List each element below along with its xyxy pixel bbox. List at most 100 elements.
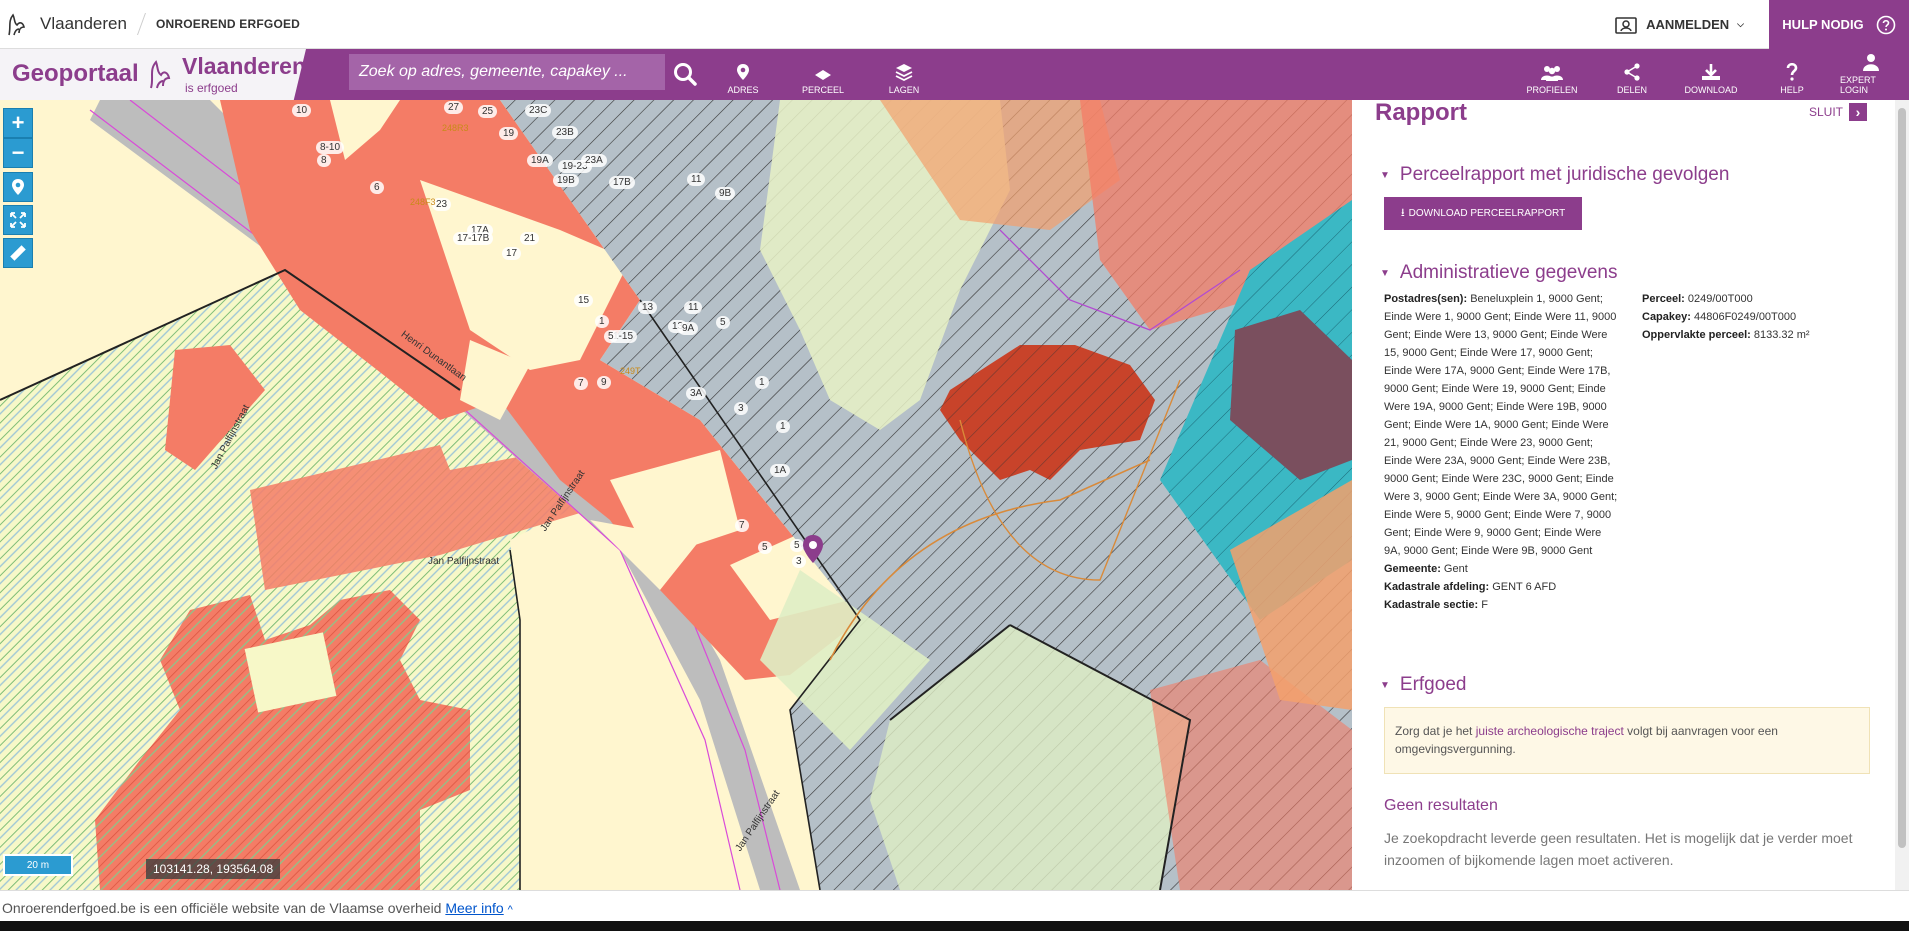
house-number-label: 1 bbox=[755, 376, 769, 389]
map-viewport[interactable]: 10 8-10 8 27 25 23C 19 23B 19A 19-23 23A 19B 6 17B 23 1… bbox=[0, 100, 1352, 890]
search-icon[interactable] bbox=[671, 60, 699, 88]
house-number-label: 13 bbox=[638, 301, 658, 314]
house-number-label: 3 bbox=[734, 402, 748, 415]
house-number-label: 17-17B bbox=[453, 232, 494, 245]
parcel-number-label: 248F3 bbox=[410, 197, 436, 207]
house-number-label: 5 bbox=[716, 316, 730, 329]
archeologisch-traject-link[interactable]: juiste archeologische traject bbox=[1476, 724, 1624, 738]
section-erfgoed[interactable]: ▼ Erfgoed bbox=[1380, 674, 1466, 696]
perceel-button[interactable]: PERCEEL bbox=[801, 49, 845, 100]
adres-label: ADRES bbox=[727, 85, 759, 95]
app-title[interactable]: Geoportaal bbox=[12, 60, 139, 88]
postadres-label: Postadres(sen): bbox=[1384, 293, 1468, 305]
capakey-value: 44806F0249/00T000 bbox=[1693, 311, 1797, 323]
house-number-label: 11 bbox=[684, 301, 703, 314]
panel-scrollbar[interactable] bbox=[1895, 100, 1909, 890]
house-number-label: 5 bbox=[758, 541, 772, 554]
house-number-label: 19A bbox=[527, 154, 553, 167]
house-number-label: 9B bbox=[715, 187, 736, 200]
oppervlakte-label: Oppervlakte perceel: bbox=[1642, 329, 1751, 341]
lagen-button[interactable]: LAGEN bbox=[886, 49, 922, 100]
house-number-label: 23B bbox=[552, 126, 578, 139]
house-number-label: 1 bbox=[595, 315, 609, 328]
house-number-label: 10 bbox=[292, 104, 312, 117]
meer-info-link[interactable]: Meer info bbox=[445, 900, 503, 916]
fullscreen-button[interactable] bbox=[3, 205, 33, 235]
section-perceelrapport-title: Perceelrapport met juridische gevolgen bbox=[1399, 164, 1730, 185]
zoom-in-button[interactable]: + bbox=[3, 108, 33, 138]
caret-down-icon: ▼ bbox=[1380, 267, 1390, 279]
postadres-row: Postadres(sen): Beneluxplein 1, 9000 Gen… bbox=[1384, 290, 1618, 560]
download-button[interactable]: DOWNLOAD bbox=[1684, 49, 1738, 100]
my-location-button[interactable] bbox=[3, 172, 33, 202]
scale-label: 20 m bbox=[26, 859, 50, 871]
caret-down-icon: ▼ bbox=[1380, 169, 1390, 181]
close-panel-button[interactable]: SLUIT › bbox=[1809, 103, 1867, 121]
login-button[interactable]: AANMELDEN ⌵ bbox=[1614, 0, 1744, 49]
expert-login-button[interactable]: EXPERT LOGIN bbox=[1840, 49, 1902, 100]
postadres-value: Beneluxplein 1, 9000 Gent; Einde Were 1,… bbox=[1384, 293, 1618, 557]
gemeente-row: Gemeente: Gent bbox=[1384, 560, 1618, 578]
site-name[interactable]: ONROEREND ERFGOED bbox=[156, 17, 300, 31]
close-label: SLUIT bbox=[1808, 105, 1843, 119]
report-panel: Rapport SLUIT › ▼ Perceelrapport met jur… bbox=[1352, 100, 1909, 890]
house-number-label: 25 bbox=[478, 105, 498, 118]
no-results-title: Geen resultaten bbox=[1384, 797, 1498, 814]
share-icon bbox=[1624, 63, 1640, 81]
oppervlakte-value: 8133.32 m² bbox=[1753, 329, 1810, 341]
delen-label: DELEN bbox=[1616, 85, 1647, 95]
vlaanderen-logo-text[interactable]: Vlaanderen bbox=[182, 53, 306, 80]
delen-button[interactable]: DELEN bbox=[1616, 49, 1648, 100]
house-number-label: 23C bbox=[525, 104, 552, 117]
perceel-label: Perceel: bbox=[1642, 293, 1685, 305]
erfgoed-note: Zorg dat je het juiste archeologische tr… bbox=[1384, 707, 1870, 774]
user-icon bbox=[1863, 54, 1879, 71]
user-card-icon bbox=[1615, 16, 1637, 34]
divider bbox=[136, 13, 146, 35]
help-button[interactable]: HELP bbox=[1779, 49, 1805, 100]
house-number-label: 9A bbox=[678, 322, 699, 335]
adres-button[interactable]: ADRES bbox=[727, 49, 759, 100]
house-number-label: 8 bbox=[317, 154, 331, 167]
scrollbar-thumb[interactable] bbox=[1898, 108, 1906, 848]
download-label: DOWNLOAD bbox=[1684, 85, 1738, 95]
section-perceelrapport[interactable]: ▼ Perceelrapport met juridische gevolgen bbox=[1380, 164, 1729, 186]
coordinates-value: 103141.28, 193564.08 bbox=[153, 862, 274, 876]
measure-button[interactable] bbox=[3, 238, 33, 268]
house-number-label: 7 bbox=[735, 519, 749, 532]
zoom-out-button[interactable]: − bbox=[3, 138, 33, 168]
search-input[interactable]: Zoek op adres, gemeente, capakey ... bbox=[349, 54, 665, 90]
question-circle-icon bbox=[1876, 15, 1895, 34]
perceel-value: 0249/00T000 bbox=[1687, 293, 1753, 305]
download-perceelrapport-button[interactable]: ⭳ DOWNLOAD PERCEELRAPPORT bbox=[1384, 197, 1582, 230]
oppervlakte-row: Oppervlakte perceel: 8133.32 m² bbox=[1642, 326, 1872, 344]
gemeente-label: Gemeente: bbox=[1384, 563, 1441, 575]
admin-left-column: Postadres(sen): Beneluxplein 1, 9000 Gen… bbox=[1384, 290, 1618, 614]
is-erfgoed-text: is erfgoed bbox=[185, 81, 238, 95]
chevron-up-icon[interactable]: ^ bbox=[508, 904, 513, 916]
section-admin[interactable]: ▼ Administratieve gegevens bbox=[1380, 262, 1617, 284]
profielen-button[interactable]: PROFIELEN bbox=[1527, 49, 1578, 100]
app-header: Geoportaal Vlaanderen is erfgoed Zoek op… bbox=[0, 49, 1909, 100]
brand-vlaanderen[interactable]: Vlaanderen bbox=[40, 14, 127, 34]
gemeente-value: Gent bbox=[1443, 563, 1468, 575]
footer-text: Onroerenderfgoed.be is een officiële web… bbox=[2, 900, 442, 916]
help-needed-button[interactable]: HULP NODIG bbox=[1769, 0, 1909, 49]
caret-down-icon: ▼ bbox=[1380, 679, 1390, 691]
house-number-label: 15 bbox=[574, 294, 594, 307]
map-canvas[interactable] bbox=[0, 100, 1352, 890]
scale-bar: 20 m bbox=[3, 854, 73, 876]
house-number-label: 17B bbox=[609, 176, 635, 189]
help-label: HELP bbox=[1780, 85, 1804, 95]
selected-location-marker-icon[interactable] bbox=[802, 534, 824, 564]
vlaanderen-lion-icon[interactable] bbox=[0, 0, 32, 49]
house-number-label: 3A bbox=[686, 387, 707, 400]
users-icon bbox=[1541, 66, 1563, 81]
download-icon bbox=[1702, 64, 1720, 80]
sectie-value: F bbox=[1481, 599, 1488, 611]
ruler-icon bbox=[10, 245, 26, 261]
taskbar-strip bbox=[0, 921, 1909, 931]
house-number-label: 11 bbox=[687, 173, 706, 186]
section-admin-title: Administratieve gegevens bbox=[1399, 262, 1618, 283]
parcel-number-label: 248R3 bbox=[442, 123, 469, 133]
